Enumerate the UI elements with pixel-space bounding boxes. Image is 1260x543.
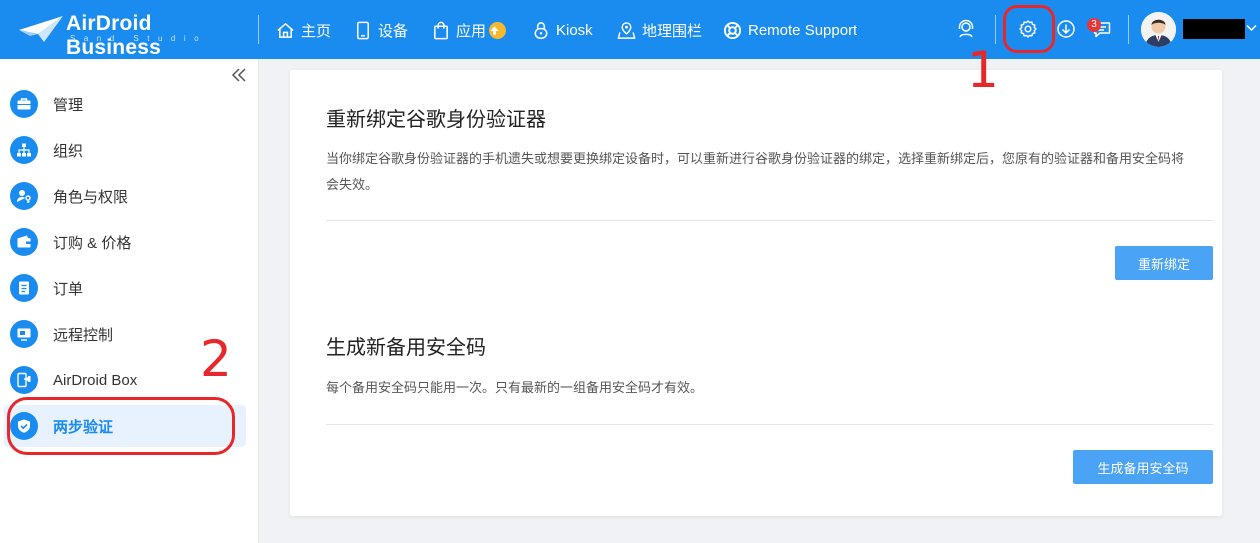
map-pin-icon: [617, 21, 636, 39]
sidebar-item-label: 订单: [53, 280, 84, 298]
nav-home[interactable]: 主页: [276, 18, 331, 42]
sidebar-item-label: 远程控制: [53, 326, 114, 344]
rebind-section-description: 当你绑定谷歌身份验证器的手机遗失或想要更换绑定设备时，可以重新进行谷歌身份验证器…: [326, 151, 1185, 192]
phone-icon: [357, 21, 369, 39]
sidebar: 管理 组织 角色与权限 订购 & 价格 订单 远程控制 AirDroid Box…: [0, 59, 259, 543]
user-avatar-icon: [1141, 12, 1176, 47]
two-step-settings-card: 重新绑定谷歌身份验证器 当你绑定谷歌身份验证器的手机遗失或想要更换绑定设备时，可…: [290, 70, 1222, 516]
annotation-number-2: 2: [200, 330, 232, 388]
sidebar-item-management[interactable]: 管理: [4, 83, 246, 125]
paper-plane-icon: [19, 16, 63, 42]
sidebar-item-subscription[interactable]: 订购 & 价格: [4, 221, 246, 263]
brand-logo[interactable]: AirDroid Business Sand Studio: [18, 8, 240, 59]
user-key-icon: [10, 182, 38, 210]
annotation-number-1: 1: [967, 41, 999, 99]
box-device-icon: [10, 366, 38, 394]
rebind-button[interactable]: 重新绑定: [1115, 246, 1213, 280]
backup-codes-section-title: 生成新备用安全码: [326, 337, 486, 359]
rebind-section-title: 重新绑定谷歌身份验证器: [326, 109, 546, 131]
shopping-bag-icon: [434, 21, 448, 39]
annotation-circle-settings: [1003, 5, 1055, 53]
top-bar: AirDroid Business Sand Studio 主页 设备 应用 K…: [0, 0, 1260, 59]
nav-remote-support[interactable]: Remote Support: [723, 18, 857, 42]
lifebuoy-icon: [723, 21, 742, 39]
nav-apps-label: 应用: [456, 22, 487, 40]
avatar[interactable]: [1141, 12, 1176, 47]
section-divider: [326, 424, 1213, 425]
nav-geofence-label: 地理围栏: [642, 22, 703, 40]
sidebar-item-roles[interactable]: 角色与权限: [4, 175, 246, 217]
chevron-down-icon[interactable]: [1246, 24, 1257, 32]
sidebar-item-orders[interactable]: 订单: [4, 267, 246, 309]
sidebar-item-label: AirDroid Box: [53, 371, 138, 389]
nav-geofence[interactable]: 地理围栏: [617, 18, 702, 42]
remote-screen-icon: [10, 320, 38, 348]
nav-devices[interactable]: 设备: [354, 18, 408, 42]
nav-home-label: 主页: [301, 22, 332, 40]
sidebar-item-label: 角色与权限: [53, 188, 129, 206]
sidebar-item-organization[interactable]: 组织: [4, 129, 246, 171]
collapse-sidebar-icon[interactable]: [230, 66, 248, 84]
annotation-circle-two-step: [7, 397, 235, 455]
upgrade-arrow-icon: [489, 21, 507, 39]
headset-icon: [958, 19, 974, 38]
document-list-icon: [10, 274, 38, 302]
download-icon: [1057, 20, 1075, 38]
org-chart-icon: [10, 136, 38, 164]
notification-badge: 3: [1087, 18, 1101, 32]
download-button[interactable]: [1054, 17, 1078, 41]
sidebar-item-label: 管理: [53, 96, 84, 114]
section-divider: [326, 220, 1213, 221]
lock-icon: [534, 21, 548, 39]
nav-remote-support-label: Remote Support: [748, 21, 858, 39]
wallet-icon: [10, 228, 38, 256]
user-name-redacted[interactable]: [1183, 19, 1245, 39]
backup-codes-description: 每个备用安全码只能用一次。只有最新的一组备用安全码才有效。: [326, 380, 704, 395]
nav-kiosk-label: Kiosk: [556, 21, 593, 39]
generate-backup-codes-button[interactable]: 生成备用安全码: [1073, 450, 1213, 484]
home-icon: [277, 22, 294, 38]
nav-devices-label: 设备: [378, 22, 409, 40]
sidebar-item-label: 组织: [53, 142, 84, 160]
brand-subtitle: Sand Studio: [70, 34, 208, 43]
briefcase-icon: [10, 90, 38, 118]
sidebar-item-label: 订购 & 价格: [53, 234, 132, 252]
nav-kiosk[interactable]: Kiosk: [532, 18, 593, 42]
support-agent-button[interactable]: [954, 17, 978, 41]
divider: [1128, 15, 1129, 44]
nav-apps[interactable]: 应用: [432, 18, 507, 42]
divider: [995, 15, 996, 44]
divider: [258, 15, 259, 44]
